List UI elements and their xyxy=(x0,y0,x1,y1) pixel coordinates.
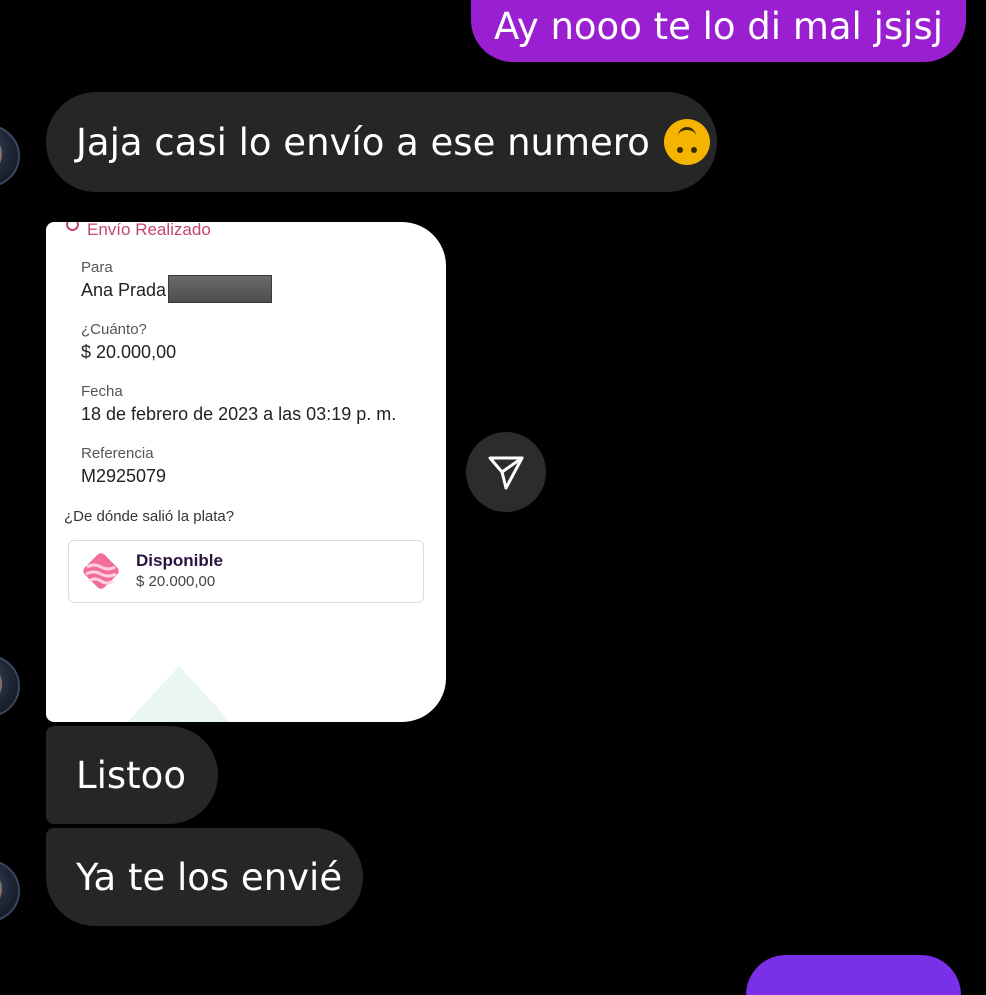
send-icon xyxy=(488,456,524,490)
avatar[interactable] xyxy=(0,655,20,717)
avatar[interactable] xyxy=(0,860,20,922)
message-text: Ay nooo te lo di mal jsjsj xyxy=(494,4,943,48)
source-name: Disponible xyxy=(136,551,223,570)
forward-button[interactable] xyxy=(466,432,546,512)
fecha-label: Fecha xyxy=(81,383,123,400)
source-question: ¿De dónde salió la plata? xyxy=(64,508,235,525)
faded-shape xyxy=(124,666,234,722)
para-value: Ana Prada xyxy=(81,280,167,300)
source-amount: $ 20.000,00 xyxy=(136,573,216,590)
status-text: Envío Realizado xyxy=(87,222,211,239)
cuanto-label: ¿Cuánto? xyxy=(81,321,147,338)
incoming-message-bubble[interactable]: Ya te los envié xyxy=(46,828,363,926)
incoming-message-bubble[interactable]: Jaja casi lo envío a ese numero xyxy=(46,92,717,192)
message-text: Jaja casi lo envío a ese numero xyxy=(76,120,650,164)
pocket-icon xyxy=(83,553,119,589)
avatar[interactable] xyxy=(0,125,20,187)
receipt-image[interactable]: Envío Realizado Para Ana Prada ¿Cuánto? … xyxy=(46,222,446,722)
cuanto-value: $ 20.000,00 xyxy=(81,342,177,362)
status-icon xyxy=(66,222,79,231)
message-text: Ya te los envié xyxy=(76,855,343,899)
source-account-box: Disponible $ 20.000,00 xyxy=(68,540,424,603)
fecha-value: 18 de febrero de 2023 a las 03:19 p. m. xyxy=(81,404,397,424)
outgoing-message-bubble[interactable]: Ay nooo te lo di mal jsjsj xyxy=(471,0,966,62)
status-line: Envío Realizado xyxy=(66,222,211,240)
referencia-label: Referencia xyxy=(81,445,154,462)
para-label: Para xyxy=(81,259,113,276)
referencia-value: M2925079 xyxy=(81,466,167,486)
incoming-message-bubble[interactable]: Listoo xyxy=(46,726,218,824)
redacted-block xyxy=(168,275,272,303)
outgoing-message-bubble[interactable] xyxy=(746,955,961,995)
upside-down-face-emoji xyxy=(663,119,710,165)
message-text: Listoo xyxy=(76,753,186,797)
